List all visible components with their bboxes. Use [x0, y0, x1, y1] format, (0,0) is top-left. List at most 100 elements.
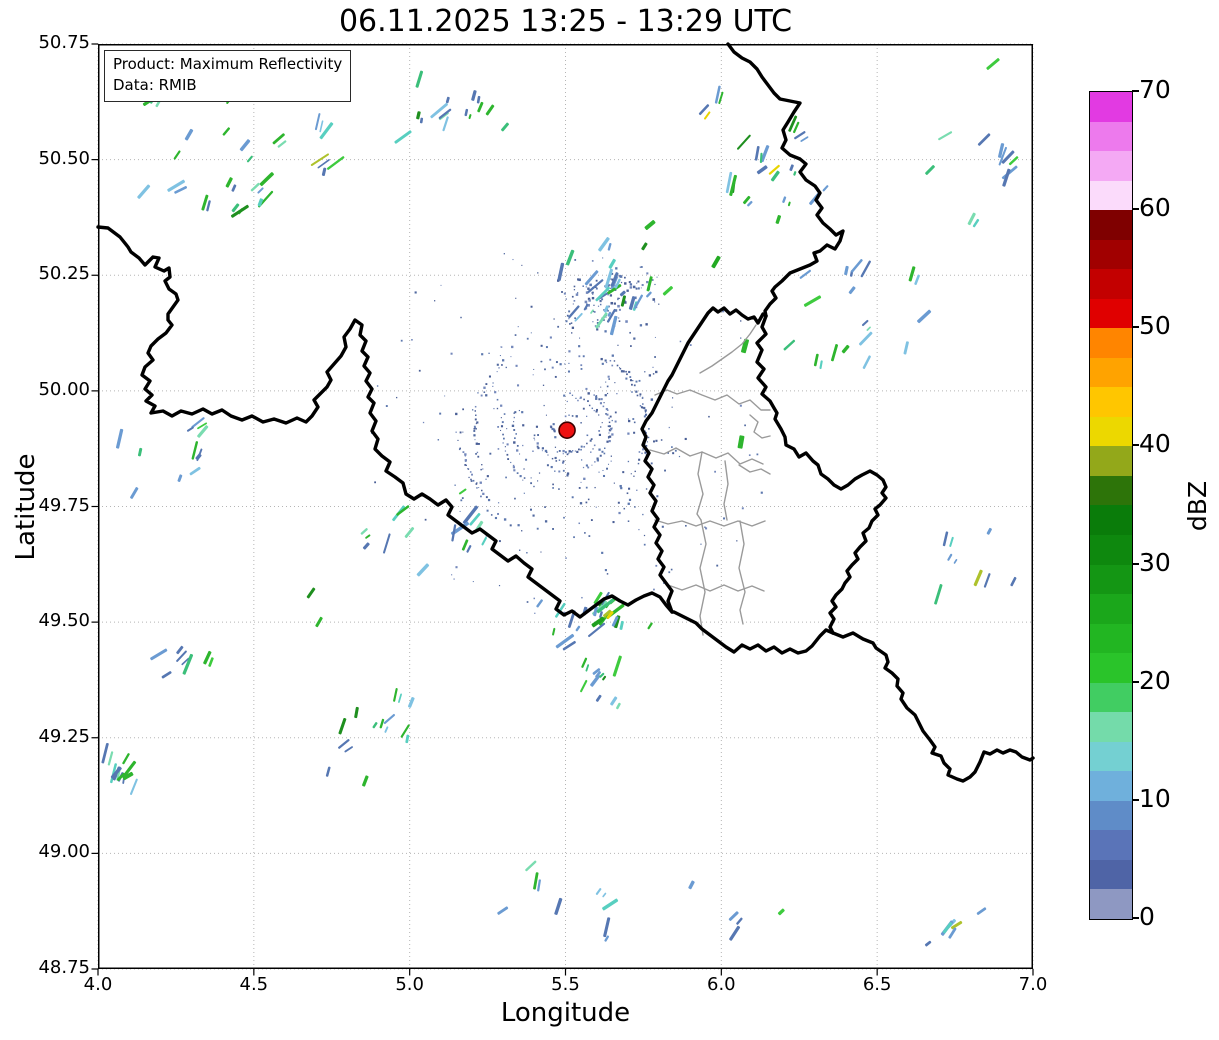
- clutter-dot: [608, 432, 610, 434]
- clutter-dot: [502, 359, 505, 362]
- clutter-dot: [585, 387, 588, 390]
- clutter-dot: [493, 407, 495, 410]
- clutter-dot: [507, 458, 510, 461]
- echo-streak: [619, 620, 624, 630]
- clutter-dot: [608, 440, 611, 443]
- clutter-dot: [655, 564, 658, 567]
- clutter-dot: [554, 436, 557, 439]
- echo-streak: [848, 286, 856, 295]
- clutter-dot: [500, 404, 503, 407]
- clutter-dot: [609, 415, 612, 418]
- clutter-dot: [613, 482, 615, 484]
- clutter-dot: [615, 267, 618, 270]
- echo-streak: [326, 156, 345, 170]
- clutter-dot: [547, 454, 549, 456]
- clutter-dot: [533, 437, 535, 439]
- clutter-dot: [585, 464, 588, 467]
- clutter-dot: [643, 543, 646, 546]
- clutter-dot: [608, 435, 612, 438]
- clutter-dot: [620, 487, 623, 490]
- clutter-dot: [596, 319, 599, 321]
- clutter-dot: [552, 483, 554, 486]
- colorbar-tick-label: 10: [1139, 783, 1171, 813]
- echo-streak: [462, 505, 479, 525]
- clutter-dot: [476, 451, 479, 454]
- echo-streak: [603, 917, 611, 938]
- clutter-dot: [629, 283, 631, 285]
- clutter-dot: [568, 362, 570, 364]
- clutter-dot: [620, 370, 624, 373]
- clutter-dot: [485, 383, 488, 386]
- clutter-dot: [588, 299, 591, 302]
- clutter-dot: [464, 453, 467, 456]
- clutter-dot: [513, 421, 515, 423]
- echo-streak: [259, 172, 274, 187]
- canton-line-10: [749, 414, 771, 439]
- clutter-dot: [601, 551, 604, 554]
- echo-streak: [405, 734, 410, 744]
- echo-streak: [590, 674, 601, 687]
- clutter-dot: [626, 492, 629, 495]
- clutter-dot: [557, 325, 560, 328]
- clutter-dot: [512, 464, 515, 467]
- clutter-dot: [617, 298, 619, 301]
- clutter-dot: [400, 339, 403, 342]
- clutter-dot: [587, 287, 590, 290]
- clutter-dot: [580, 448, 582, 451]
- clutter-dot: [574, 450, 576, 452]
- clutter-dot: [569, 323, 571, 325]
- clutter-dot: [591, 296, 595, 300]
- clutter-dot: [571, 295, 574, 298]
- colorbar-segment: [1090, 889, 1132, 919]
- clutter-dot: [602, 257, 604, 259]
- echo-streak: [914, 274, 920, 285]
- clutter-dot: [537, 272, 539, 274]
- colorbar-segment: [1090, 446, 1132, 476]
- clutter-dot: [672, 452, 675, 455]
- clutter-dot: [546, 464, 549, 467]
- clutter-dot: [645, 323, 648, 326]
- clutter-dot: [414, 291, 417, 294]
- clutter-dot: [515, 364, 518, 367]
- clutter-dot: [632, 379, 634, 382]
- clutter-dot: [689, 344, 692, 346]
- clutter-dot: [497, 512, 500, 515]
- echo-streak: [466, 545, 472, 553]
- clutter-dot: [638, 451, 641, 453]
- clutter-dot: [496, 407, 499, 410]
- clutter-dot: [637, 280, 640, 283]
- echo-streak: [525, 860, 537, 872]
- clutter-dot: [563, 516, 565, 519]
- clutter-dot: [473, 430, 476, 432]
- clutter-dot: [474, 418, 477, 421]
- clutter-dot: [644, 411, 647, 413]
- y-tick-label: 49.50: [38, 610, 90, 632]
- canton-line-9: [738, 464, 771, 475]
- echo-streak: [1010, 576, 1017, 587]
- clutter-dot: [571, 415, 574, 417]
- clutter-dot: [468, 476, 470, 479]
- clutter-dot: [655, 370, 658, 374]
- echo-streak: [476, 95, 481, 104]
- clutter-dot: [503, 413, 506, 415]
- clutter-dot: [598, 398, 601, 401]
- y-tick-label: 50.25: [38, 263, 90, 285]
- clutter-dot: [591, 260, 594, 262]
- clutter-dot: [590, 451, 592, 453]
- echo-streak: [122, 753, 130, 765]
- clutter-dot: [647, 436, 650, 439]
- clutter-dot: [578, 522, 581, 525]
- clutter-dot: [634, 506, 636, 508]
- clutter-dot: [515, 297, 517, 299]
- clutter-dot: [625, 370, 627, 373]
- clutter-dot: [616, 392, 618, 395]
- echo-streak: [246, 155, 253, 163]
- echo-streak: [250, 182, 260, 192]
- clutter-dot: [473, 427, 476, 430]
- clutter-dot: [580, 368, 583, 370]
- echo-streak: [581, 657, 588, 668]
- echo-streak: [953, 559, 958, 564]
- clutter-dot: [627, 502, 630, 505]
- colorbar-segment: [1090, 534, 1132, 565]
- canton-line-3: [696, 451, 704, 521]
